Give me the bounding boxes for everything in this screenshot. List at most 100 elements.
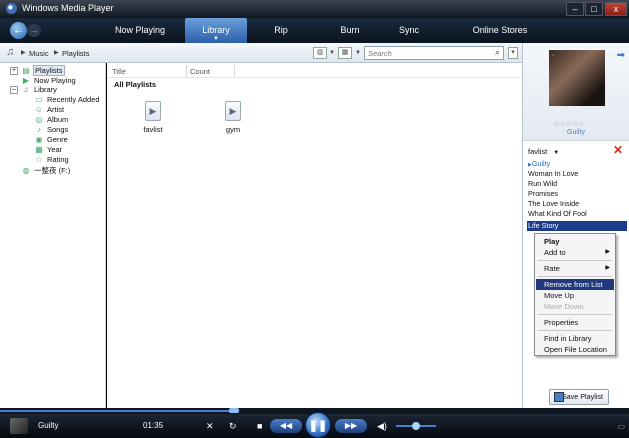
album-icon: ◎: [35, 115, 43, 124]
search-options-icon[interactable]: ▾: [508, 47, 518, 59]
elapsed-time[interactable]: 01:35: [143, 421, 163, 430]
header-divider: [107, 77, 522, 78]
tab-rip[interactable]: Rip: [266, 18, 296, 43]
next-button[interactable]: ▶▶: [335, 419, 367, 433]
tab-now-playing[interactable]: Now Playing: [110, 18, 170, 43]
track-item[interactable]: What Kind Of Fool: [528, 209, 628, 219]
maximize-button[interactable]: □: [585, 2, 603, 16]
back-button[interactable]: ←: [10, 22, 27, 39]
tree-item-artist[interactable]: ☺ Artist: [34, 105, 64, 114]
view-options-icon[interactable]: ▦: [338, 47, 352, 59]
menu-item-move-up[interactable]: Move Up: [536, 290, 614, 301]
chevron-down-icon: ▼: [553, 150, 560, 156]
repeat-icon[interactable]: ↻: [229, 421, 237, 432]
playlist-name: gym: [225, 125, 241, 134]
breadcrumb-music[interactable]: Music: [29, 49, 49, 58]
playlist-tile-favlist[interactable]: ▶ favlist: [123, 101, 183, 134]
track-item[interactable]: The Love Inside: [528, 199, 628, 209]
breadcrumb-playlists[interactable]: Playlists: [62, 49, 90, 58]
tree-item-playlists[interactable]: + ▤ Playlists: [10, 65, 65, 76]
menu-item-rate[interactable]: Rate ▶: [536, 263, 614, 274]
nav-bar: ← → Now Playing Library ▼ Rip Burn Sync …: [0, 18, 629, 43]
library-content: Title Count All Playlists ▶ favlist ▶ gy…: [107, 63, 522, 408]
rating-stars[interactable]: ☆☆☆☆☆: [553, 119, 585, 128]
menu-item-properties[interactable]: Properties: [536, 317, 614, 328]
artist-icon: ☺: [34, 105, 44, 114]
seek-progress: [0, 410, 232, 412]
mute-speaker-icon[interactable]: ◀): [377, 421, 387, 432]
column-divider[interactable]: [234, 65, 235, 77]
tab-sync[interactable]: Sync: [394, 18, 424, 43]
menu-separator: [538, 260, 612, 261]
tree-item-recently-added[interactable]: ▭ Recently Added: [34, 95, 99, 104]
chevron-down-icon: ▼: [213, 36, 219, 42]
menu-item-play[interactable]: Play: [536, 236, 614, 247]
clear-list-icon[interactable]: ✕: [613, 143, 623, 157]
menu-item-find-in-library[interactable]: Find in Library: [536, 333, 614, 344]
chevron-down-icon[interactable]: ▼: [329, 50, 335, 56]
now-playing-thumbnail[interactable]: [10, 418, 28, 434]
track-item[interactable]: Promises: [528, 189, 628, 199]
music-note-icon: ♫: [23, 85, 29, 94]
search-icon[interactable]: ⌕: [495, 47, 500, 58]
tree-item-now-playing[interactable]: ▶ Now Playing: [21, 76, 76, 85]
tree-item-album[interactable]: ◎ Album: [34, 115, 69, 124]
column-header-count[interactable]: Count: [190, 67, 210, 76]
tab-library[interactable]: Library ▼: [185, 18, 247, 43]
expand-icon[interactable]: +: [10, 66, 18, 75]
tab-burn[interactable]: Burn: [335, 18, 365, 43]
tree-item-songs[interactable]: ♪ Songs: [34, 125, 68, 134]
player-controls: Guilty 01:35 ✕ ↻ ■ ◀◀ ❚❚ ▶▶ ◀) ▭: [0, 412, 629, 438]
menu-separator: [538, 314, 612, 315]
track-item[interactable]: Woman In Love: [528, 169, 628, 179]
album-title[interactable]: Guilty: [523, 129, 629, 136]
collapse-icon[interactable]: –: [10, 85, 18, 94]
tree-item-disc[interactable]: ◍ 一整夜 (F:): [21, 165, 71, 176]
column-divider[interactable]: [186, 65, 187, 77]
tree-item-library[interactable]: – ♫ Library: [10, 85, 57, 94]
context-menu: Play Add to ▶ Rate ▶ Remove from List Mo…: [534, 233, 616, 356]
fullscreen-icon[interactable]: ▭: [617, 422, 625, 431]
chevron-down-icon[interactable]: ▼: [355, 50, 361, 56]
minimize-button[interactable]: –: [566, 2, 584, 16]
music-note-icon: ♫: [6, 46, 15, 58]
volume-thumb[interactable]: [412, 422, 420, 430]
now-playing-title: Guilty: [38, 421, 59, 430]
menu-separator: [538, 276, 612, 277]
menu-item-open-file-location[interactable]: Open File Location: [536, 344, 614, 355]
close-button[interactable]: x: [605, 2, 627, 16]
tree-item-year[interactable]: ▦ Year: [34, 145, 62, 154]
layout-options-icon[interactable]: ▥: [313, 47, 327, 59]
star-icon: ☆: [35, 155, 43, 164]
playlist-tile-gym[interactable]: ▶ gym: [203, 101, 263, 134]
menu-item-add-to[interactable]: Add to ▶: [536, 247, 614, 258]
previous-button[interactable]: ◀◀: [270, 419, 302, 433]
submenu-arrow-icon: ▶: [605, 265, 610, 271]
tab-online-stores[interactable]: Online Stores: [470, 18, 530, 43]
track-item-selected[interactable]: Life Story: [527, 221, 627, 231]
pause-button[interactable]: ❚❚: [305, 412, 331, 438]
breadcrumb-arrow-icon: ▶: [54, 50, 59, 56]
playlist-icon: ▶: [145, 101, 161, 121]
tab-library-label: Library: [202, 25, 230, 35]
genre-icon: ◉: [35, 135, 43, 144]
shuffle-icon[interactable]: ✕: [206, 421, 214, 432]
tree-item-rating[interactable]: ☆ Rating: [34, 155, 68, 164]
list-name: favlist: [528, 147, 548, 156]
menu-item-remove-from-list[interactable]: Remove from List: [536, 279, 614, 290]
album-art[interactable]: ♪: [549, 50, 605, 106]
cd-disc-icon: ◍: [22, 166, 30, 175]
save-playlist-button[interactable]: Save Playlist: [549, 389, 609, 405]
search-input[interactable]: [365, 47, 485, 59]
breadcrumb-arrow-icon: ▶: [21, 50, 26, 56]
tree-item-genre[interactable]: ◉ Genre: [34, 135, 68, 144]
stop-icon[interactable]: ■: [257, 421, 262, 431]
track-item[interactable]: ▶Guilty: [528, 159, 628, 169]
forward-button[interactable]: →: [27, 24, 41, 37]
arrow-right-icon[interactable]: ➡: [617, 50, 625, 61]
column-header-title[interactable]: Title: [112, 67, 126, 76]
track-item[interactable]: Run Wild: [528, 179, 628, 189]
seek-thumb[interactable]: [229, 408, 239, 413]
list-name-dropdown[interactable]: favlist ▼: [528, 147, 559, 156]
search-box[interactable]: ⌕: [364, 46, 504, 60]
